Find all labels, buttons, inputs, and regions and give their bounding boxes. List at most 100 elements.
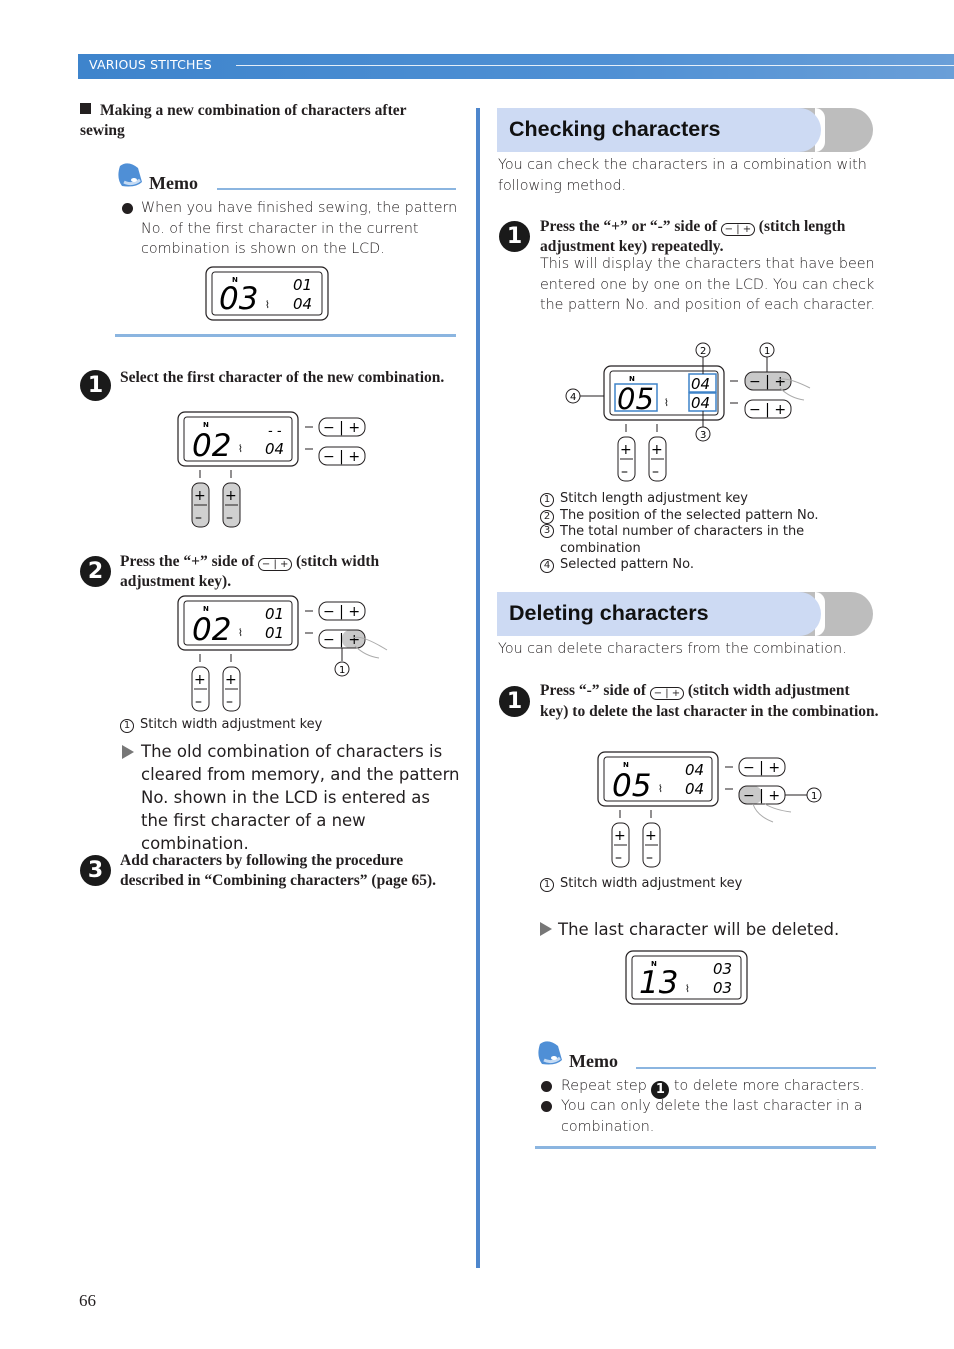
lcd-total: 04 bbox=[265, 440, 284, 458]
svg-text:4: 4 bbox=[570, 392, 576, 403]
lcd-display-result: N 13 ⌇ 03 03 bbox=[625, 950, 748, 1005]
svg-text:–: – bbox=[615, 850, 622, 866]
svg-text:⌇: ⌇ bbox=[238, 444, 243, 455]
lcd-pattern: 03 bbox=[219, 281, 258, 317]
memo-icon bbox=[534, 1040, 566, 1075]
callout-item: 1 Stitch length adjustment key bbox=[540, 491, 840, 508]
bullet-icon bbox=[541, 1101, 552, 1112]
step-text: Press “-” side of − | + (stitch width ad… bbox=[540, 682, 879, 720]
lcd-total: 04 bbox=[691, 394, 710, 412]
svg-text:1: 1 bbox=[764, 346, 770, 357]
step-text: Select the first character of the new co… bbox=[120, 369, 445, 386]
lcd-position: - - bbox=[268, 424, 282, 439]
section-banner-checking: Checking characters bbox=[497, 108, 873, 152]
bullet-icon bbox=[541, 1081, 552, 1092]
lcd-position: 01 bbox=[265, 605, 284, 623]
svg-text:− | +: − | + bbox=[323, 604, 360, 620]
memo-title: Memo bbox=[569, 1051, 618, 1071]
svg-text:–: – bbox=[652, 464, 659, 480]
result-text: The last character will be deleted. bbox=[540, 918, 880, 941]
callout-caption: 1 Stitch width adjustment key bbox=[120, 717, 322, 734]
section-title: Checking characters bbox=[509, 117, 721, 141]
stitch-icon: ⌇ bbox=[265, 300, 270, 311]
svg-text:− | +: − | + bbox=[743, 788, 780, 804]
subheading: Making a new combination of characters a… bbox=[80, 102, 407, 139]
svg-text:–: – bbox=[195, 510, 202, 526]
section-banner-deleting: Deleting characters bbox=[497, 592, 873, 636]
svg-text:− | +: − | + bbox=[749, 402, 786, 418]
svg-text:–: – bbox=[226, 510, 233, 526]
lcd-position: 01 bbox=[293, 276, 312, 294]
memo-title: Memo bbox=[149, 173, 198, 193]
memo-bottom-rule bbox=[535, 1146, 876, 1149]
bullet-icon bbox=[122, 203, 133, 214]
svg-text:–: – bbox=[646, 850, 653, 866]
svg-text:–: – bbox=[226, 694, 233, 710]
column-divider bbox=[476, 108, 480, 1268]
svg-text:2: 2 bbox=[700, 346, 706, 357]
svg-text:⌇: ⌇ bbox=[238, 628, 243, 639]
step-number: 3 bbox=[80, 855, 111, 886]
result-arrow-icon bbox=[122, 745, 134, 759]
step-number: 1 bbox=[80, 370, 111, 401]
step-number: 1 bbox=[499, 686, 530, 717]
svg-text:+: + bbox=[620, 442, 632, 458]
svg-text:+: + bbox=[194, 672, 206, 688]
svg-text:+: + bbox=[194, 488, 206, 504]
section-header-title: VARIOUS STITCHES bbox=[89, 57, 212, 72]
svg-text:− | +: − | + bbox=[743, 760, 780, 776]
svg-text:⌇: ⌇ bbox=[658, 784, 663, 795]
lcd-total: 03 bbox=[713, 979, 732, 997]
lcd-position: 04 bbox=[685, 761, 704, 779]
svg-text:− | +: − | + bbox=[323, 420, 360, 436]
step-body: This will display the characters that ha… bbox=[540, 256, 876, 313]
lcd-position: 04 bbox=[691, 375, 710, 393]
lcd-position: 03 bbox=[713, 960, 732, 978]
header-rule bbox=[236, 65, 954, 66]
step-number: 1 bbox=[499, 221, 530, 252]
svg-text:+: + bbox=[225, 672, 237, 688]
step-text: Press the “+” or “-” side of − | + (stit… bbox=[540, 218, 846, 255]
lcd-display: N 03 ⌇ 01 04 bbox=[205, 266, 329, 321]
svg-text:+: + bbox=[225, 488, 237, 504]
section-intro: You can delete characters from the combi… bbox=[498, 641, 847, 657]
callout-item: 3 The total number of characters in the c… bbox=[540, 524, 840, 557]
svg-text:3: 3 bbox=[700, 430, 706, 441]
memo-rule bbox=[217, 188, 456, 190]
page-number: 66 bbox=[79, 1291, 96, 1310]
callout-caption: 1 Stitch width adjustment key bbox=[540, 876, 742, 893]
section-intro: You can check the characters in a combin… bbox=[498, 157, 867, 194]
lcd-diagram: N 02 ⌇ 01 01 − | + − | + 1 +– +– bbox=[177, 595, 388, 712]
step-text: Add characters by following the procedur… bbox=[120, 852, 437, 889]
callout-list: 1 Stitch length adjustment key 2 The posit… bbox=[540, 491, 840, 574]
svg-text:1: 1 bbox=[339, 665, 345, 676]
lcd-pattern: 13 bbox=[639, 965, 678, 1001]
lcd-total: 01 bbox=[265, 624, 284, 642]
memo-icon bbox=[114, 162, 146, 197]
memo-bullet: When you have finished sewing, the patte… bbox=[120, 198, 460, 260]
svg-text:− | +: − | + bbox=[749, 374, 786, 390]
section-title: Deleting characters bbox=[509, 601, 709, 625]
svg-text:–: – bbox=[621, 464, 628, 480]
lcd-pattern: 05 bbox=[612, 768, 651, 804]
svg-text:− | +: − | + bbox=[323, 632, 360, 648]
callout-item: 2 The position of the selected pattern No… bbox=[540, 508, 840, 525]
adjustment-key-icon: − | + bbox=[649, 687, 684, 700]
svg-text:+: + bbox=[614, 828, 626, 844]
step-text: Press the “+” side of − | + (stitch widt… bbox=[120, 553, 380, 590]
svg-text:⌇: ⌇ bbox=[664, 398, 669, 409]
result-arrow-icon bbox=[540, 922, 552, 936]
lcd-total: 04 bbox=[293, 295, 312, 313]
svg-text:− | +: − | + bbox=[323, 449, 360, 465]
lcd-diagram: N 02 ⌇ - - 04 − | + − | + +– +– bbox=[177, 411, 366, 528]
memo-bullet: You can only delete the last character i… bbox=[540, 1096, 880, 1137]
step-number: 2 bbox=[80, 556, 111, 587]
memo-rule bbox=[636, 1067, 876, 1069]
result-text: The old combination of characters is cle… bbox=[120, 740, 460, 855]
lcd-diagram-annotated: 4 N 05 ⌇ 04 04 2 3 − | + 1 − | + +– +– bbox=[565, 342, 811, 482]
adjustment-key-icon: − | + bbox=[720, 223, 755, 236]
memo-bottom-rule bbox=[115, 334, 456, 337]
lcd-pattern: 02 bbox=[192, 612, 231, 648]
adjustment-key-icon: − | + bbox=[258, 558, 293, 571]
svg-text:1: 1 bbox=[811, 791, 817, 802]
